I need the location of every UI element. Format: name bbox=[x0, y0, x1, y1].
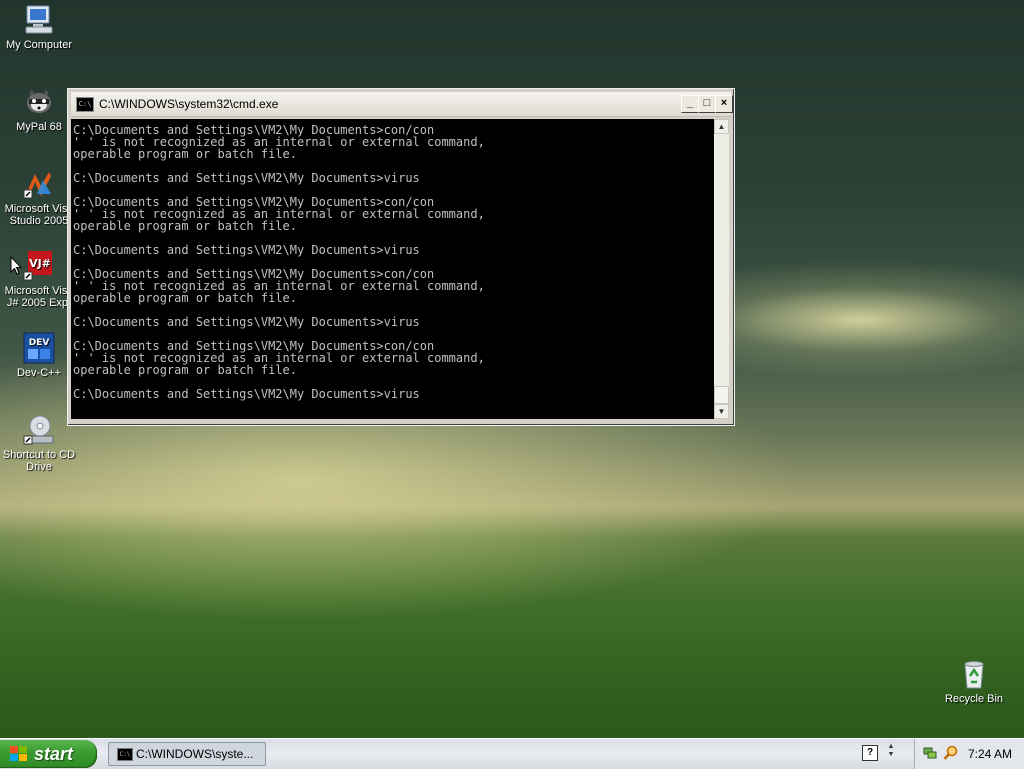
cmd-window[interactable]: C:\ C:\WINDOWS\system32\cmd.exe _ □ × C:… bbox=[67, 88, 735, 426]
desktop-icon-label: My Computer bbox=[5, 39, 73, 51]
scroll-thumb[interactable] bbox=[714, 386, 729, 404]
taskbar-item-cmd[interactable]: C:\ C:\WINDOWS\syste... bbox=[108, 742, 266, 766]
recycle-bin-icon bbox=[958, 658, 990, 690]
search-icon[interactable] bbox=[943, 745, 959, 761]
vertical-scrollbar[interactable]: ▲ ▼ bbox=[714, 119, 729, 419]
mypal-raccoon-icon bbox=[23, 86, 55, 118]
taskbar: start C:\ C:\WINDOWS\syste... ? ▲ ▼ 7:24… bbox=[0, 738, 1024, 769]
scroll-up-button[interactable]: ▲ bbox=[714, 119, 729, 134]
taskbar-item-label: C:\WINDOWS\syste... bbox=[136, 747, 254, 761]
network-icon[interactable] bbox=[923, 746, 937, 760]
close-button[interactable]: × bbox=[715, 95, 733, 113]
window-title: C:\WINDOWS\system32\cmd.exe bbox=[99, 97, 279, 111]
console-app-icon: C:\ bbox=[76, 97, 94, 112]
clock[interactable]: 7:24 AM bbox=[968, 747, 1012, 761]
help-icon[interactable]: ? bbox=[862, 745, 878, 761]
minimize-button[interactable]: _ bbox=[681, 95, 699, 113]
windows-flag-icon bbox=[10, 746, 28, 762]
vj-sharp-icon: VJ# bbox=[23, 250, 55, 282]
desktop-icon-label: Recycle Bin bbox=[944, 693, 1004, 705]
desktop-icon-my-computer[interactable]: My Computer bbox=[0, 4, 79, 51]
cd-drive-icon bbox=[23, 414, 55, 446]
desktop-icon-recycle-bin[interactable]: Recycle Bin bbox=[934, 658, 1014, 705]
language-bar-arrows-icon[interactable]: ▲ ▼ bbox=[886, 743, 896, 759]
system-tray: 7:24 AM bbox=[914, 739, 1024, 769]
console-output: C:\Documents and Settings\VM2\My Documen… bbox=[73, 123, 485, 401]
svg-text:VJ#: VJ# bbox=[29, 257, 51, 270]
console-app-icon: C:\ bbox=[117, 748, 133, 761]
cmd-titlebar[interactable]: C:\ C:\WINDOWS\system32\cmd.exe _ □ × bbox=[71, 92, 733, 117]
desktop-icon-label: Shortcut to CD Drive bbox=[2, 449, 76, 473]
maximize-button[interactable]: □ bbox=[698, 95, 716, 113]
scroll-down-button[interactable]: ▼ bbox=[714, 404, 729, 419]
my-computer-icon bbox=[23, 4, 55, 36]
visual-studio-icon bbox=[23, 168, 55, 200]
console-area[interactable]: C:\Documents and Settings\VM2\My Documen… bbox=[71, 119, 714, 419]
start-button[interactable]: start bbox=[0, 740, 97, 768]
dev-cpp-icon: DEV bbox=[23, 332, 55, 364]
start-label: start bbox=[34, 744, 74, 764]
svg-text:DEV: DEV bbox=[29, 338, 50, 348]
mouse-cursor-icon bbox=[10, 256, 22, 275]
